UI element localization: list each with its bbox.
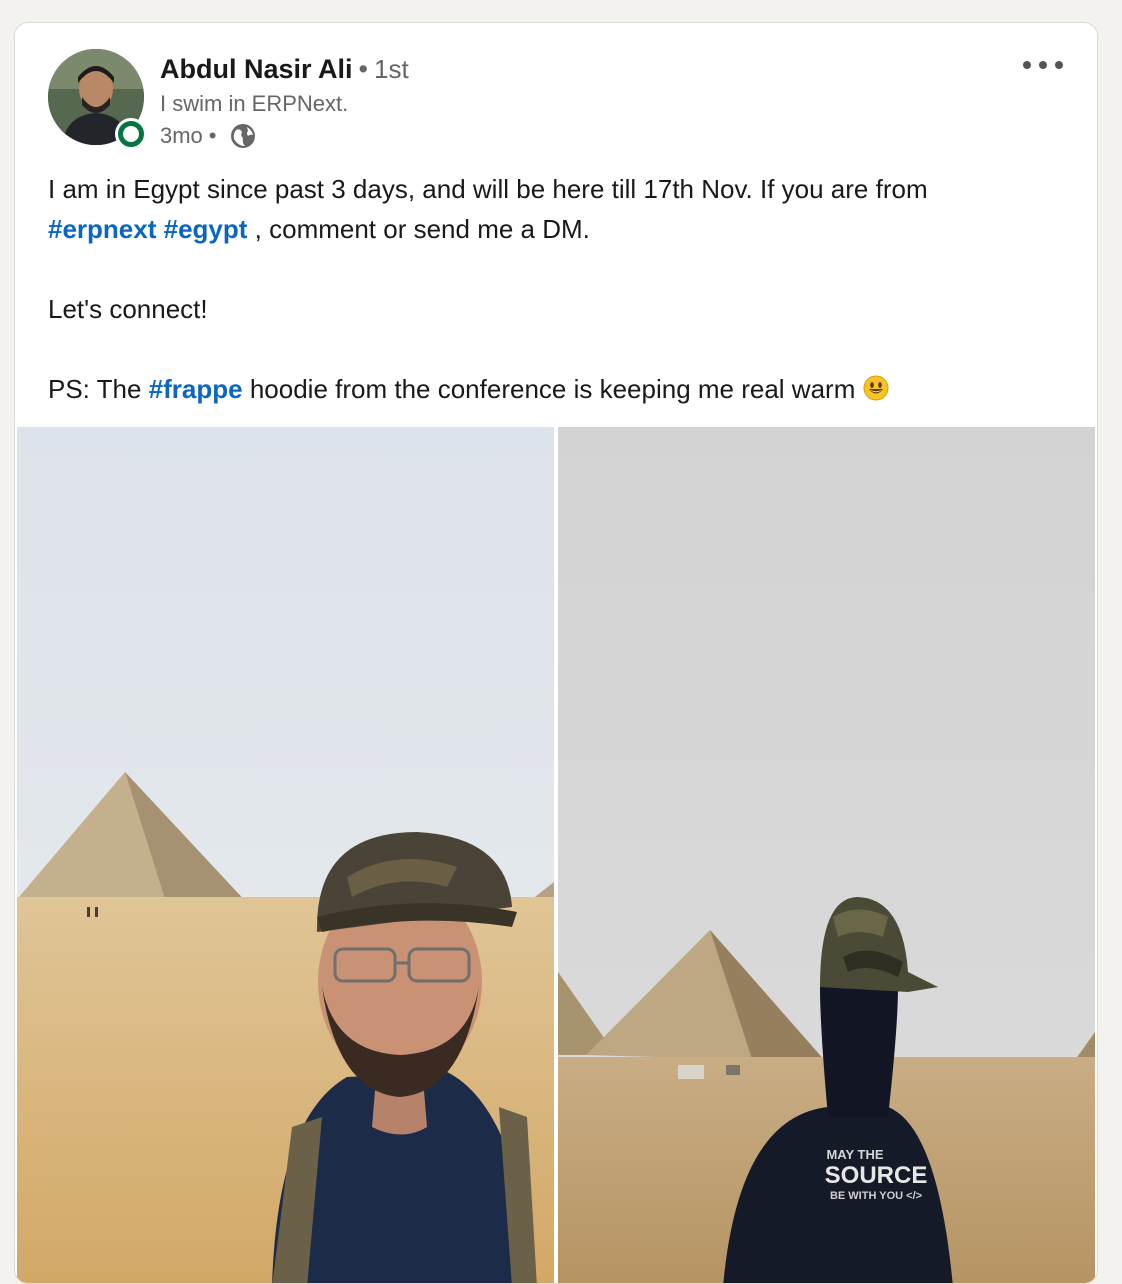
post-line-2: #erpnext #egypt , comment or send me a D… xyxy=(48,209,1068,249)
post-line-1: I am in Egypt since past 3 days, and wil… xyxy=(48,169,1068,209)
more-options-button[interactable] xyxy=(1019,53,1067,77)
post-meta: 3mo • xyxy=(160,121,257,151)
author-name[interactable]: Abdul Nasir Ali xyxy=(160,54,353,84)
post-line-4: PS: The #frappe hoodie from the conferen… xyxy=(48,369,1068,409)
author-headline: I swim in ERPNext. xyxy=(160,91,349,116)
hashtag-egypt[interactable]: #egypt xyxy=(164,214,248,244)
post-text: PS: The xyxy=(48,374,149,404)
hashtag-frappe[interactable]: #frappe xyxy=(149,374,243,404)
hashtag-erpnext[interactable]: #erpnext xyxy=(48,214,156,244)
pyramids-selfie-image xyxy=(17,427,554,1283)
photo-selfie[interactable] xyxy=(17,427,554,1283)
post-text: hoodie from the conference is keeping me… xyxy=(242,374,863,404)
online-status-indicator xyxy=(118,121,144,147)
separator-dot: • xyxy=(358,54,368,84)
hoodie-text-line2: SOURCE xyxy=(825,1162,928,1189)
photo-back-view[interactable]: MAY THE SOURCE BE WITH YOU </> xyxy=(558,427,1095,1283)
post-card: Abdul Nasir Ali • 1st I swim in ERPNext. 3… xyxy=(14,22,1098,1284)
post-photos: MAY THE SOURCE BE WITH YOU </> xyxy=(17,427,1095,1283)
post-line-3: Let's connect! xyxy=(48,294,208,324)
post-text: , comment or send me a DM. xyxy=(247,214,590,244)
post-time: 3mo xyxy=(160,123,203,148)
hoodie-text-line1: MAY THE xyxy=(826,1147,883,1162)
more-options-icon xyxy=(1023,61,1063,69)
post-text: I am in Egypt since past 3 days, and wil… xyxy=(48,174,928,204)
hoodie-text-line3: BE WITH YOU </> xyxy=(830,1190,922,1202)
smiley-emoji-icon xyxy=(863,372,889,401)
pyramids-back-view-image: MAY THE SOURCE BE WITH YOU </> xyxy=(558,427,1095,1283)
post-body: I am in Egypt since past 3 days, and wil… xyxy=(48,169,1068,409)
separator-dot: • xyxy=(208,123,217,148)
author-line: Abdul Nasir Ali • 1st xyxy=(160,51,409,87)
connection-degree: 1st xyxy=(373,54,409,84)
globe-icon xyxy=(229,122,257,150)
